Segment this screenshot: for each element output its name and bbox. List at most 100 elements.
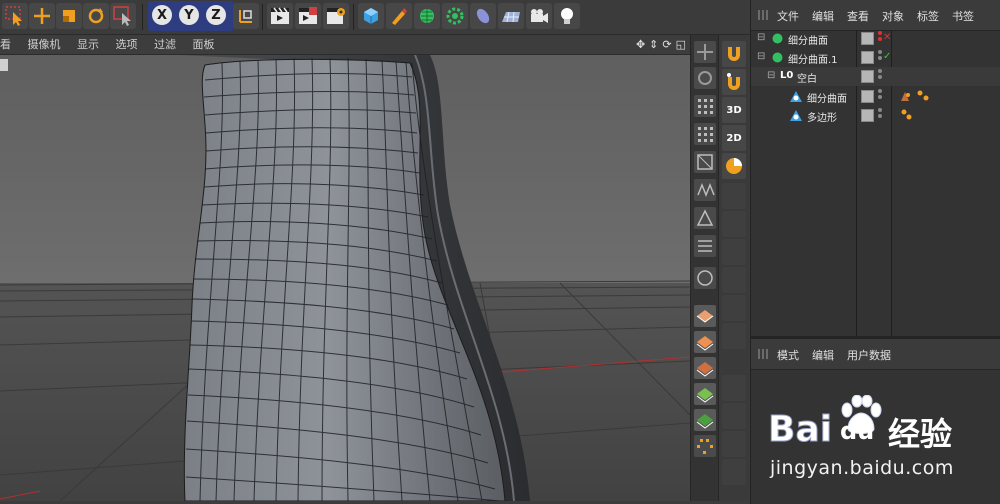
viewport-menu-display[interactable]: 显示: [77, 35, 99, 54]
layer-box[interactable]: [861, 109, 874, 122]
snap-spline-icon[interactable]: [722, 267, 746, 293]
viewport-menu-cameras[interactable]: 摄像机: [28, 35, 61, 54]
floor-icon[interactable]: [498, 3, 524, 29]
object-name[interactable]: 细分曲面: [788, 32, 828, 47]
expand-toggle-icon[interactable]: ⊟: [767, 70, 775, 81]
menu-file[interactable]: 文件: [777, 8, 799, 24]
snap-vertex-icon[interactable]: [722, 183, 746, 209]
scale-icon[interactable]: [56, 3, 82, 29]
snap-icon[interactable]: [694, 435, 716, 457]
panel-grip-icon[interactable]: [758, 10, 768, 20]
layer-box[interactable]: [861, 90, 874, 103]
perspective-viewport[interactable]: [0, 55, 690, 501]
enable-snap-icon[interactable]: [722, 69, 746, 95]
deformer-icon[interactable]: [470, 3, 496, 29]
maximize-view-icon[interactable]: ◱: [676, 35, 686, 54]
texture-mode-icon[interactable]: [694, 179, 716, 201]
menu-mode[interactable]: 模式: [777, 347, 799, 363]
workplane-mode-icon[interactable]: [694, 207, 716, 229]
model-mode-icon[interactable]: [694, 67, 716, 89]
snap-grid-point-icon[interactable]: [722, 431, 746, 457]
visibility-dots[interactable]: [878, 50, 882, 62]
visibility-dots[interactable]: [878, 89, 882, 101]
object-row[interactable]: 细分曲面: [751, 87, 1000, 106]
menu-edit[interactable]: 编辑: [812, 347, 834, 363]
enable-status-icon[interactable]: ✓: [883, 51, 891, 62]
pen-icon[interactable]: [386, 3, 412, 29]
menu-objects[interactable]: 对象: [882, 8, 904, 24]
axis-mode-icon[interactable]: [694, 235, 716, 257]
polygons-mode-icon[interactable]: [694, 151, 716, 173]
viewport-menu-panel[interactable]: 面板: [193, 35, 215, 54]
layer-icon-2[interactable]: [694, 331, 716, 353]
cube-icon[interactable]: [358, 3, 384, 29]
axis-x-toggle[interactable]: X: [152, 5, 172, 25]
visibility-dots[interactable]: [878, 108, 882, 120]
expand-toggle-icon[interactable]: ⊟: [757, 32, 765, 43]
tag-icons[interactable]: [899, 89, 935, 104]
layer-icon-3[interactable]: [694, 357, 716, 379]
viewport-menu-view[interactable]: 看: [0, 35, 11, 54]
menu-user-data[interactable]: 用户数据: [847, 347, 891, 363]
render-settings-icon[interactable]: [323, 3, 349, 29]
camera-icon[interactable]: [526, 3, 552, 29]
rotate-icon[interactable]: [83, 3, 109, 29]
axis-y-toggle[interactable]: Y: [179, 5, 199, 25]
subdivision-surface-icon[interactable]: [414, 3, 440, 29]
layer-icon-4[interactable]: [694, 383, 716, 405]
menu-tags[interactable]: 标签: [917, 8, 939, 24]
enable-status-icon[interactable]: ✕: [883, 32, 891, 43]
timeline-icon[interactable]: [694, 267, 716, 289]
expand-toggle-icon[interactable]: ⊟: [757, 51, 765, 62]
pie-snap-icon[interactable]: [722, 153, 746, 179]
object-row[interactable]: 多边形: [751, 106, 1000, 125]
viewport-label-tag: [0, 59, 8, 71]
snap-polygon-icon[interactable]: [722, 239, 746, 265]
snap-axis-icon[interactable]: [722, 295, 746, 321]
snap-grid-line-icon[interactable]: [722, 459, 746, 485]
object-row[interactable]: ⊟ L0 空白: [751, 67, 1000, 86]
magnet-icon[interactable]: [722, 41, 746, 67]
menu-bookmarks[interactable]: 书签: [952, 8, 974, 24]
zoom-icon[interactable]: ⇕: [649, 35, 658, 54]
make-editable-icon[interactable]: [694, 41, 716, 63]
tag-icons[interactable]: [899, 108, 919, 123]
snap-midpoint-icon[interactable]: [722, 375, 746, 401]
snap-edge-icon[interactable]: [722, 211, 746, 237]
layer-box[interactable]: [861, 51, 874, 64]
snap-workplane-icon[interactable]: [722, 403, 746, 429]
visibility-dots[interactable]: [878, 31, 882, 43]
layer-box[interactable]: [861, 32, 874, 45]
render-picture-viewer-icon[interactable]: [295, 3, 321, 29]
layer-icon-1[interactable]: [694, 305, 716, 327]
visibility-dots[interactable]: [878, 69, 882, 81]
viewport-menu-filter[interactable]: 过滤: [154, 35, 176, 54]
array-icon[interactable]: [442, 3, 468, 29]
live-select-icon[interactable]: [110, 3, 136, 29]
move-icon[interactable]: [29, 3, 55, 29]
object-name[interactable]: 细分曲面: [807, 90, 847, 105]
object-name[interactable]: 多边形: [807, 109, 837, 124]
snap-3d-icon[interactable]: 3D: [722, 97, 746, 123]
object-name[interactable]: 空白: [797, 70, 817, 85]
edges-mode-icon[interactable]: [694, 123, 716, 145]
layer-box[interactable]: [861, 70, 874, 83]
coordinate-system-icon[interactable]: [233, 3, 259, 29]
pan-icon[interactable]: ✥: [636, 35, 645, 54]
render-view-icon[interactable]: [267, 3, 293, 29]
menu-view[interactable]: 查看: [847, 8, 869, 24]
object-row[interactable]: ⊟ 细分曲面.1 ✓: [751, 48, 1000, 67]
snap-intersection-icon[interactable]: [722, 323, 746, 349]
panel-grip-icon[interactable]: [758, 349, 768, 359]
viewport-menu-options[interactable]: 选项: [116, 35, 138, 54]
select-arrow-icon[interactable]: [2, 3, 28, 29]
orbit-icon[interactable]: ⟳: [662, 35, 671, 54]
axis-z-toggle[interactable]: Z: [206, 5, 226, 25]
object-row[interactable]: ⊟ 细分曲面 ✕: [751, 29, 1000, 48]
layer-icon-5[interactable]: [694, 409, 716, 431]
light-icon[interactable]: [554, 3, 580, 29]
points-mode-icon[interactable]: [694, 95, 716, 117]
object-name[interactable]: 细分曲面.1: [788, 51, 838, 66]
menu-edit[interactable]: 编辑: [812, 8, 834, 24]
snap-2d-icon[interactable]: 2D: [722, 125, 746, 151]
